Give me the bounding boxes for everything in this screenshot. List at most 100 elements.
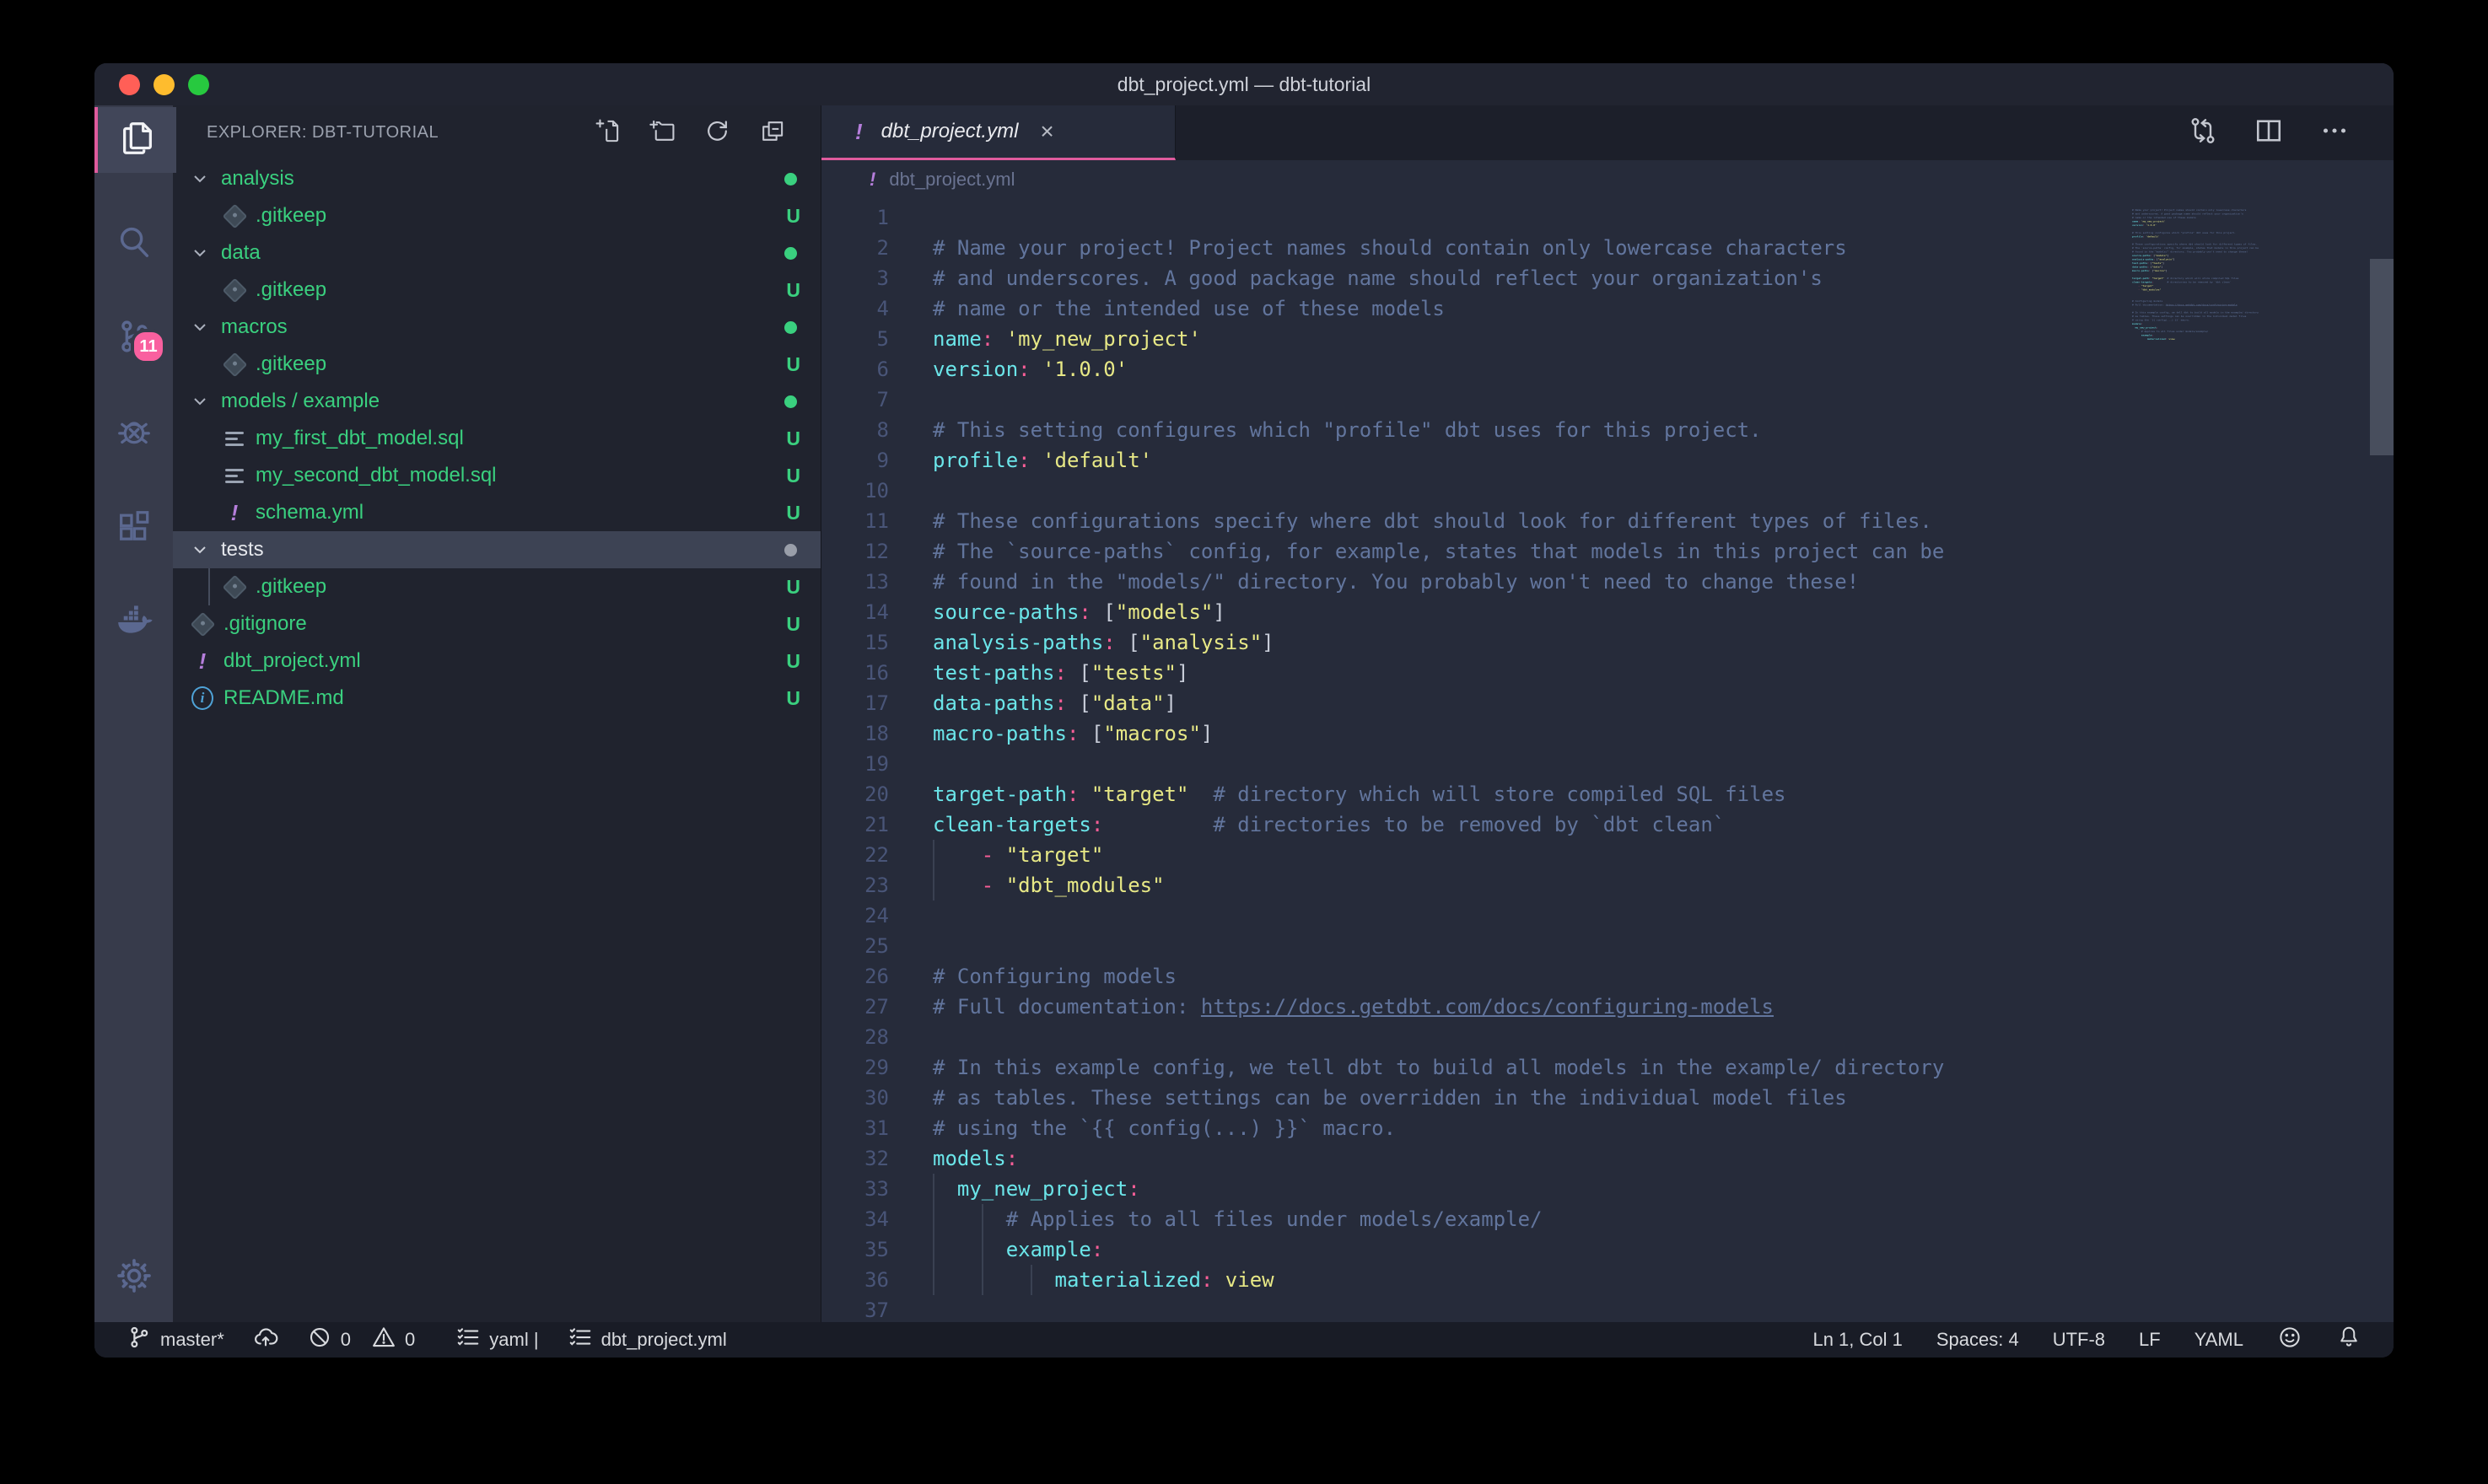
tree-item-label: macros bbox=[221, 315, 288, 339]
notifications-bell[interactable] bbox=[2336, 1325, 2361, 1355]
code-line-12[interactable]: # The `source-paths` config, for example… bbox=[933, 536, 1944, 567]
more-actions-icon[interactable] bbox=[2319, 116, 2350, 150]
sync-changes[interactable] bbox=[253, 1325, 278, 1355]
code-editor[interactable]: 1234567891011121314151617181920212223242… bbox=[821, 198, 2394, 1322]
scrollbar-thumb[interactable] bbox=[2370, 259, 2394, 455]
code-line-25[interactable] bbox=[933, 931, 1944, 961]
yaml-lang-status[interactable]: yaml | bbox=[455, 1325, 538, 1355]
code-line-2[interactable]: # Name your project! Project names shoul… bbox=[933, 233, 1944, 263]
code-line-24[interactable] bbox=[933, 901, 1944, 931]
tree-folder-tests[interactable]: tests bbox=[173, 531, 821, 568]
tree-file-schema-yml[interactable]: !schema.ymlU bbox=[173, 494, 821, 531]
code-line-35[interactable]: example: bbox=[933, 1234, 1944, 1265]
code-line-7[interactable] bbox=[933, 384, 1944, 415]
tree-folder-models-example[interactable]: models / example bbox=[173, 383, 821, 420]
code-line-37[interactable] bbox=[933, 1295, 1944, 1322]
code-line-23[interactable]: - "dbt_modules" bbox=[933, 870, 1944, 901]
activity-item-docker[interactable] bbox=[94, 591, 173, 657]
tree-file-dbt-project-yml[interactable]: !dbt_project.ymlU bbox=[173, 643, 821, 680]
new-file-icon[interactable] bbox=[595, 118, 621, 148]
close-tab-icon[interactable]: × bbox=[1040, 120, 1053, 143]
line-number: 13 bbox=[821, 567, 889, 597]
code-line-1[interactable] bbox=[933, 202, 1944, 233]
language-mode[interactable]: YAML bbox=[2195, 1329, 2243, 1351]
tab-label: dbt_project.yml bbox=[881, 120, 1019, 143]
activity-item-extensions[interactable] bbox=[94, 496, 173, 562]
code-line-11[interactable]: # These configurations specify where dbt… bbox=[933, 506, 1944, 536]
tree-item-label: analysis bbox=[221, 167, 294, 191]
code-line-31[interactable]: # using the `{{ config(...) }}` macro. bbox=[933, 1113, 1944, 1143]
code-line-29[interactable]: # In this example config, we tell dbt to… bbox=[933, 1052, 1944, 1083]
code-line-26[interactable]: # Configuring models bbox=[933, 961, 1944, 992]
cursor-position[interactable]: Ln 1, Col 1 bbox=[1812, 1329, 1902, 1351]
activity-item-search[interactable] bbox=[94, 210, 173, 276]
code-line-13[interactable]: # found in the "models/" directory. You … bbox=[933, 567, 1944, 597]
code-line-5[interactable]: name: 'my_new_project' bbox=[933, 324, 1944, 354]
settings-gear[interactable] bbox=[94, 1245, 173, 1310]
tree-folder-analysis[interactable]: analysis bbox=[173, 160, 821, 197]
editor-scrollbar[interactable] bbox=[2370, 198, 2394, 1322]
tab-dbt-project-yml[interactable]: ! dbt_project.yml × bbox=[821, 105, 1176, 160]
activity-item-explorer[interactable] bbox=[94, 107, 176, 173]
code-line-21[interactable]: clean-targets: # directories to be remov… bbox=[933, 809, 1944, 840]
code-line-16[interactable]: test-paths: ["tests"] bbox=[933, 658, 1944, 688]
tree-folder-macros[interactable]: macros bbox=[173, 309, 821, 346]
code-line-9[interactable]: profile: 'default' bbox=[933, 445, 1944, 476]
code-line-19[interactable] bbox=[933, 749, 1944, 779]
code-line-32[interactable]: models: bbox=[933, 1143, 1944, 1174]
code-line-22[interactable]: - "target" bbox=[933, 840, 1944, 870]
collapse-all-icon[interactable] bbox=[759, 118, 785, 148]
explorer-title: EXPLORER: DBT-TUTORIAL bbox=[207, 123, 439, 142]
tree-file--gitkeep[interactable]: .gitkeepU bbox=[173, 197, 821, 234]
feedback-smiley[interactable] bbox=[2277, 1325, 2302, 1355]
tree-file--gitkeep[interactable]: .gitkeepU bbox=[173, 346, 821, 383]
code-content[interactable]: # Name your project! Project names shoul… bbox=[933, 202, 1944, 1322]
line-number-gutter[interactable]: 1234567891011121314151617181920212223242… bbox=[821, 202, 889, 1322]
code-line-34[interactable]: # Applies to all files under models/exam… bbox=[933, 1204, 1944, 1234]
minimize-window-button[interactable] bbox=[153, 74, 175, 95]
line-number: 37 bbox=[821, 1295, 889, 1322]
indentation-status[interactable]: Spaces: 4 bbox=[1936, 1329, 2019, 1351]
tree-file-my-second-dbt-model-sql[interactable]: my_second_dbt_model.sqlU bbox=[173, 457, 821, 494]
breadcrumb[interactable]: ! dbt_project.yml bbox=[821, 160, 2394, 198]
split-editor-icon[interactable] bbox=[2254, 116, 2284, 150]
encoding-status[interactable]: UTF-8 bbox=[2053, 1329, 2105, 1351]
new-folder-icon[interactable] bbox=[649, 118, 676, 148]
activity-item-debug[interactable] bbox=[94, 401, 173, 466]
tree-file--gitkeep[interactable]: .gitkeepU bbox=[173, 568, 821, 605]
open-changes-icon[interactable] bbox=[2188, 116, 2218, 150]
tree-file--gitkeep[interactable]: .gitkeepU bbox=[173, 272, 821, 309]
git-branch-icon bbox=[127, 1325, 152, 1355]
tree-file--gitignore[interactable]: .gitignoreU bbox=[173, 605, 821, 643]
code-line-4[interactable]: # name or the intended use of these mode… bbox=[933, 293, 1944, 324]
close-window-button[interactable] bbox=[119, 74, 140, 95]
code-line-14[interactable]: source-paths: ["models"] bbox=[933, 597, 1944, 627]
code-line-20[interactable]: target-path: "target" # directory which … bbox=[933, 779, 1944, 809]
code-line-30[interactable]: # as tables. These settings can be overr… bbox=[933, 1083, 1944, 1113]
code-line-27[interactable]: # Full documentation: https://docs.getdb… bbox=[933, 992, 1944, 1022]
scm-changes-badge: 11 bbox=[131, 329, 166, 364]
code-line-8[interactable]: # This setting configures which "profile… bbox=[933, 415, 1944, 445]
code-line-17[interactable]: data-paths: ["data"] bbox=[933, 688, 1944, 718]
code-line-3[interactable]: # and underscores. A good package name s… bbox=[933, 263, 1944, 293]
code-line-36[interactable]: materialized: view bbox=[933, 1265, 1944, 1295]
problems-status[interactable]: 0 0 bbox=[307, 1325, 416, 1355]
code-line-15[interactable]: analysis-paths: ["analysis"] bbox=[933, 627, 1944, 658]
zoom-window-button[interactable] bbox=[188, 74, 209, 95]
code-line-10[interactable] bbox=[933, 476, 1944, 506]
eol-status[interactable]: LF bbox=[2139, 1329, 2161, 1351]
git-branch-status[interactable]: master* bbox=[127, 1325, 224, 1355]
tree-file-readme-md[interactable]: iREADME.mdU bbox=[173, 680, 821, 717]
code-line-28[interactable] bbox=[933, 1022, 1944, 1052]
sql-file-icon bbox=[223, 465, 245, 487]
minimap[interactable]: # Name your project! Project names shoul… bbox=[2132, 204, 2297, 1132]
refresh-icon[interactable] bbox=[704, 118, 730, 148]
tree-folder-data[interactable]: data bbox=[173, 234, 821, 272]
yaml-file-status[interactable]: dbt_project.yml bbox=[568, 1325, 727, 1355]
tree-file-my-first-dbt-model-sql[interactable]: my_first_dbt_model.sqlU bbox=[173, 420, 821, 457]
code-line-6[interactable]: version: '1.0.0' bbox=[933, 354, 1944, 384]
code-line-18[interactable]: macro-paths: ["macros"] bbox=[933, 718, 1944, 749]
activity-item-source-control[interactable]: 11 bbox=[94, 305, 173, 371]
code-line-33[interactable]: my_new_project: bbox=[933, 1174, 1944, 1204]
code-line-37[interactable] bbox=[2132, 341, 2280, 345]
